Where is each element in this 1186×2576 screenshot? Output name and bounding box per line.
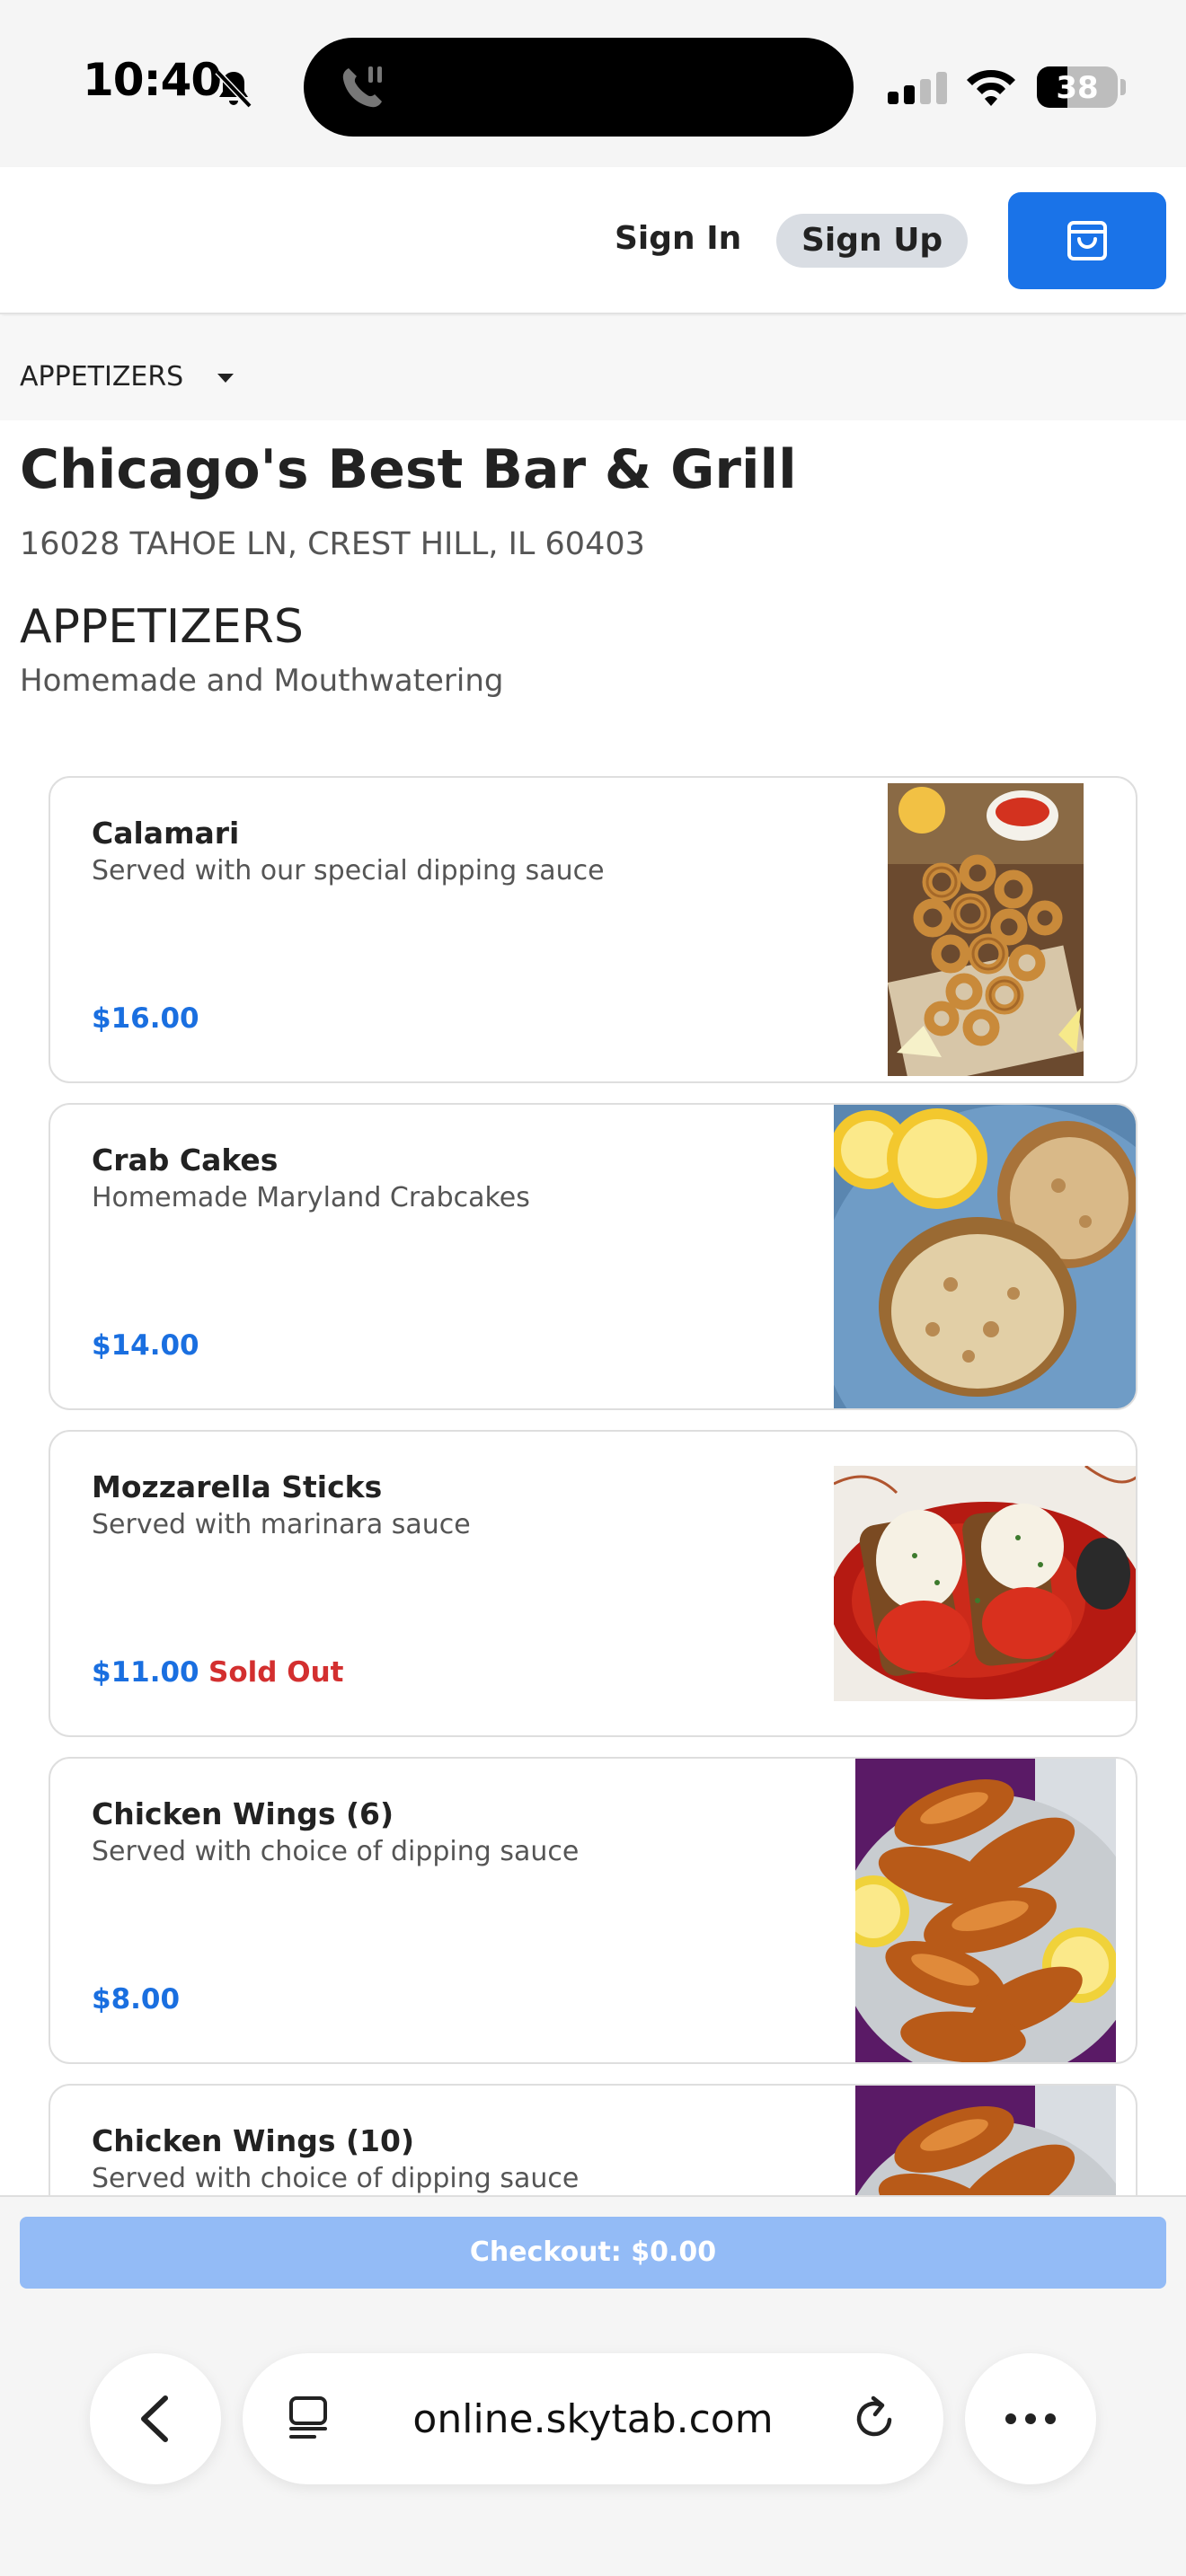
menu-item-card[interactable]: Mozzarella Sticks Served with marinara s…: [49, 1430, 1137, 1737]
item-name: Calamari: [92, 816, 240, 851]
battery-percent: 38: [1056, 70, 1099, 106]
more-options-button[interactable]: [965, 2353, 1096, 2484]
item-photo: [855, 1759, 1116, 2062]
bell-slash-icon: [215, 69, 252, 109]
item-price: $14.00: [92, 1329, 199, 1362]
menu-item-card[interactable]: Chicken Wings (10) Served with choice of…: [49, 2084, 1137, 2195]
item-price: $16.00: [92, 1002, 199, 1035]
address-bar[interactable]: online.skytab.com: [243, 2353, 943, 2484]
item-name: Mozzarella Sticks: [92, 1469, 383, 1504]
item-photo: [855, 2086, 1116, 2195]
battery-icon: 38: [1037, 66, 1118, 108]
sign-up-button[interactable]: Sign Up: [776, 214, 969, 268]
section-title: APPETIZERS: [20, 600, 304, 654]
ellipsis-icon: [1005, 2413, 1056, 2424]
menu-item-card[interactable]: Crab Cakes Homemade Maryland Crabcakes $…: [49, 1103, 1137, 1410]
cart-button[interactable]: [1008, 192, 1166, 289]
status-time: 10:40: [83, 54, 222, 106]
section-subtitle: Homemade and Mouthwatering: [20, 663, 504, 699]
category-bar: APPETIZERS: [0, 316, 1186, 420]
item-name: Chicken Wings (10): [92, 2123, 415, 2158]
checkout-button[interactable]: Checkout: $0.00: [20, 2217, 1166, 2289]
url-text[interactable]: online.skytab.com: [350, 2396, 836, 2442]
item-name: Chicken Wings (6): [92, 1796, 394, 1831]
sign-in-button[interactable]: Sign In: [593, 212, 763, 266]
chevron-left-icon: [141, 2395, 168, 2442]
item-description: Served with choice of dipping sauce: [92, 1836, 580, 1867]
caret-down-icon[interactable]: [217, 374, 234, 383]
item-photo: [834, 1105, 1136, 1408]
shopping-bag-icon: [1067, 221, 1107, 260]
reload-icon[interactable]: [850, 2393, 900, 2445]
item-price: $8.00: [92, 1983, 181, 2016]
item-description: Served with our special dipping sauce: [92, 855, 605, 887]
item-photo: [834, 1466, 1136, 1701]
status-bar: 10:40 38: [0, 0, 1186, 167]
top-nav: Sign In Sign Up: [0, 167, 1186, 314]
reader-mode-icon[interactable]: [284, 2393, 334, 2443]
item-description: Served with marinara sauce: [92, 1509, 471, 1540]
item-photo: [888, 783, 1084, 1076]
menu-item-card[interactable]: Calamari Served with our special dipping…: [49, 776, 1137, 1083]
phone-call-icon: [342, 66, 382, 108]
category-select[interactable]: APPETIZERS: [20, 361, 183, 393]
restaurant-name: Chicago's Best Bar & Grill: [20, 438, 797, 501]
item-description: Homemade Maryland Crabcakes: [92, 1182, 530, 1213]
cellular-signal-icon: [888, 72, 947, 104]
item-price: $11.00: [92, 1656, 199, 1689]
menu-list: Calamari Served with our special dipping…: [0, 776, 1186, 2195]
dynamic-island[interactable]: [304, 38, 854, 137]
item-name: Crab Cakes: [92, 1142, 279, 1178]
wifi-icon: [967, 70, 1015, 106]
menu-item-card[interactable]: Chicken Wings (6) Served with choice of …: [49, 1757, 1137, 2064]
item-description: Served with choice of dipping sauce: [92, 2163, 580, 2194]
restaurant-address: 16028 TAHOE LN, CREST HILL, IL 60403: [20, 526, 645, 562]
sold-out-badge: Sold Out: [208, 1656, 344, 1689]
battery-nub: [1120, 79, 1126, 95]
browser-back-button[interactable]: [90, 2353, 221, 2484]
